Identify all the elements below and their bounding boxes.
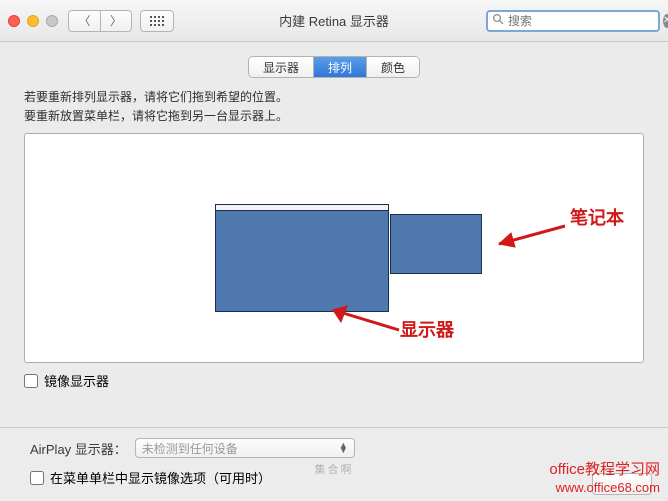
tab-display[interactable]: 显示器: [249, 57, 313, 77]
back-button[interactable]: 〈: [68, 10, 100, 32]
display-primary[interactable]: [215, 204, 389, 312]
menubar-label: 在菜单单栏中显示镜像选项（可用时）: [50, 468, 271, 487]
mirror-label: 镜像显示器: [44, 371, 109, 390]
annotation-laptop: 笔记本: [570, 204, 624, 230]
mirror-checkbox[interactable]: [24, 374, 38, 388]
minimize-icon[interactable]: [27, 15, 39, 27]
tab-arrangement[interactable]: 排列: [313, 57, 366, 77]
forward-button[interactable]: 〉: [100, 10, 132, 32]
airplay-value: 未检测到任何设备: [142, 440, 238, 457]
instruction-line-2: 要重新放置菜单栏，请将它拖到另一台显示器上。: [24, 107, 644, 126]
search-field[interactable]: ✕: [486, 10, 660, 32]
tab-color[interactable]: 颜色: [366, 57, 419, 77]
chevron-right-icon: 〉: [110, 12, 122, 29]
search-input[interactable]: [508, 14, 663, 28]
background-watermark: 集合啊: [315, 461, 354, 477]
grid-icon: [150, 16, 164, 26]
airplay-popup[interactable]: 未检测到任何设备 ▲▼: [135, 438, 355, 458]
mirror-row: 镜像显示器: [24, 371, 644, 390]
close-icon[interactable]: [8, 15, 20, 27]
tab-segment: 显示器 排列 颜色: [248, 56, 420, 78]
window-controls: [8, 15, 58, 27]
site-watermark: office教程学习网 www.office68.com: [549, 461, 660, 497]
nav-segment: 〈 〉: [68, 10, 132, 32]
chevron-left-icon: 〈: [78, 12, 90, 29]
show-all-button[interactable]: [140, 10, 174, 32]
menubar-checkbox[interactable]: [30, 471, 44, 485]
tab-row: 显示器 排列 颜色: [0, 56, 668, 78]
airplay-label: AirPlay 显示器：: [30, 439, 127, 458]
annotation-monitor: 显示器: [400, 316, 454, 342]
content-area: 若要重新排列显示器，请将它们拖到希望的位置。 要重新放置菜单栏，请将它拖到另一台…: [0, 78, 668, 390]
search-icon: [492, 13, 504, 28]
popup-chevron-icon: ▲▼: [339, 443, 348, 454]
menubar-handle[interactable]: [216, 205, 388, 211]
clear-icon[interactable]: ✕: [663, 14, 668, 28]
display-secondary[interactable]: [390, 214, 482, 274]
fullscreen-icon: [46, 15, 58, 27]
instruction-line-1: 若要重新排列显示器，请将它们拖到希望的位置。: [24, 88, 644, 107]
airplay-row: AirPlay 显示器： 未检测到任何设备 ▲▼: [30, 438, 650, 458]
arrangement-canvas[interactable]: 笔记本 显示器: [24, 133, 644, 363]
arrow-monitor-icon: [315, 304, 405, 344]
titlebar: 〈 〉 内建 Retina 显示器 ✕: [0, 0, 668, 42]
site-url: www.office68.com: [555, 480, 660, 495]
site-title: office教程学习网: [549, 461, 660, 478]
arrow-laptop-icon: [485, 214, 569, 254]
